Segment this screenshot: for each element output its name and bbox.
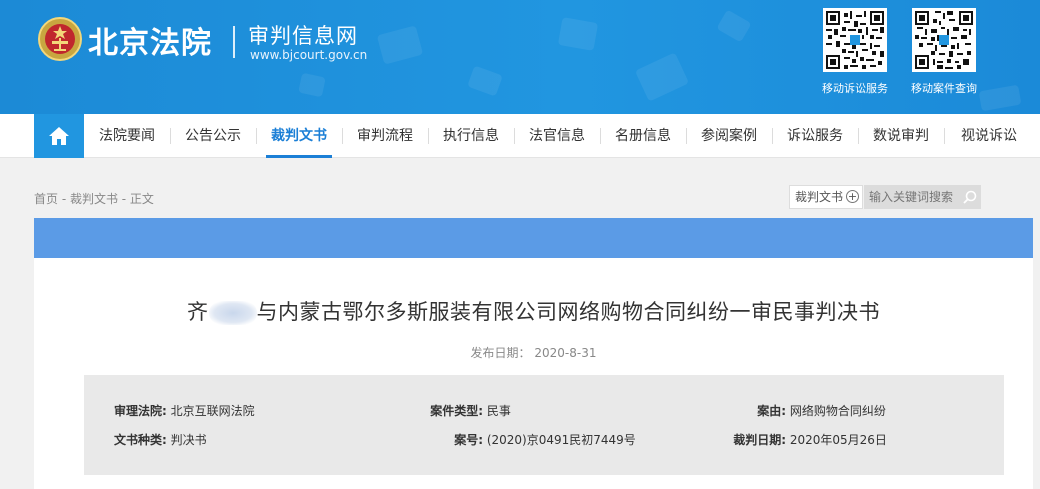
qr-code-icon	[915, 11, 973, 69]
plus-circle-icon: +	[846, 190, 859, 203]
doc-type-field: 文书种类: 判决书	[114, 431, 207, 448]
title-rest: 与内蒙古鄂尔多斯服装有限公司网络购物合同纠纷一审民事判决书	[256, 300, 880, 324]
doc-type-label: 文书种类:	[114, 433, 167, 447]
search-input[interactable]	[864, 185, 959, 209]
home-icon	[49, 127, 69, 145]
court-label: 审理法院:	[114, 404, 167, 418]
qr-code-mobile-litigation[interactable]	[823, 8, 887, 72]
case-type-value: 民事	[486, 404, 511, 418]
document-panel: 齐 与内蒙古鄂尔多斯服装有限公司网络购物合同纠纷一审民事判决书 发布日期： 202…	[34, 258, 1033, 489]
breadcrumb[interactable]: 首页 - 裁判文书 - 正文	[34, 190, 154, 207]
search-bar: 裁判文书 +	[789, 185, 981, 209]
nav-item-trial-process[interactable]: 审判流程	[342, 114, 428, 158]
case-type-label: 案件类型:	[430, 404, 483, 418]
site-name: 审判信息网	[248, 24, 358, 48]
nav-item-court-news[interactable]: 法院要闻	[84, 114, 170, 158]
cause-label: 案由:	[757, 404, 786, 418]
search-type-label: 裁判文书	[795, 190, 844, 204]
nav-item-litigation-video[interactable]: 视说诉讼	[944, 114, 1034, 158]
court-value: 北京互联网法院	[170, 404, 255, 418]
content-header-bar	[34, 218, 1033, 258]
nav-items: 法院要闻 公告公示 裁判文书 审判流程 执行信息 法官信息 名册信息 参阅案例 …	[84, 114, 1034, 158]
case-no-value: (2020)京0491民初7449号	[486, 433, 636, 447]
qr-code-case-query[interactable]	[912, 8, 976, 72]
redacted-name	[208, 301, 257, 325]
case-no-label: 案号:	[454, 433, 483, 447]
qr-label-case-query: 移动案件查询	[911, 82, 977, 95]
main-nav: 法院要闻 公告公示 裁判文书 审判流程 执行信息 法官信息 名册信息 参阅案例 …	[0, 114, 1040, 158]
brand-divider	[233, 26, 235, 58]
case-no-field: 案号: (2020)京0491民初7449号	[417, 431, 636, 448]
nav-item-roster-info[interactable]: 名册信息	[600, 114, 686, 158]
nav-item-announcements[interactable]: 公告公示	[170, 114, 256, 158]
document-title: 齐 与内蒙古鄂尔多斯服装有限公司网络购物合同纠纷一审民事判决书	[34, 296, 1033, 326]
publish-date: 发布日期： 2020-8-31	[34, 344, 1033, 361]
case-type-field: 案件类型: 民事	[417, 402, 511, 419]
nav-item-judgments[interactable]: 裁判文书	[256, 114, 342, 158]
nav-item-enforcement[interactable]: 执行信息	[428, 114, 514, 158]
site-url: www.bjcourt.gov.cn	[250, 48, 368, 62]
cause-value: 网络购物合同纠纷	[789, 404, 886, 418]
search-icon	[963, 190, 977, 204]
judgment-date-field: 裁判日期: 2020年05月26日	[714, 431, 887, 448]
court-field: 审理法院: 北京互联网法院	[114, 402, 255, 419]
judgment-date-value: 2020年05月26日	[789, 433, 887, 447]
cause-field: 案由: 网络购物合同纠纷	[714, 402, 886, 419]
title-prefix: 齐	[187, 300, 209, 324]
publish-date-label: 发布日期：	[470, 346, 531, 360]
publish-date-value: 2020-8-31	[534, 346, 597, 360]
nav-home-button[interactable]	[34, 114, 84, 158]
court-emblem-logo[interactable]	[38, 14, 82, 64]
search-type-select[interactable]: 裁判文书 +	[789, 185, 863, 209]
qr-label-mobile-litigation: 移动诉讼服务	[822, 82, 888, 95]
case-info-box: 审理法院: 北京互联网法院 案件类型: 民事 案由: 网络购物合同纠纷 文书种类…	[84, 375, 1004, 475]
nav-item-litigation-services[interactable]: 诉讼服务	[772, 114, 858, 158]
qr-code-icon	[826, 11, 884, 69]
judgment-date-label: 裁判日期:	[733, 433, 786, 447]
nav-item-trial-stats[interactable]: 数说审判	[858, 114, 944, 158]
search-button[interactable]	[959, 185, 981, 209]
brand-title[interactable]: 北京法院	[88, 18, 212, 62]
site-header: 北京法院 审判信息网 www.bjcourt.gov.cn 移动诉讼服务 移动案…	[0, 0, 1040, 114]
nav-item-judge-info[interactable]: 法官信息	[514, 114, 600, 158]
doc-type-value: 判决书	[170, 433, 207, 447]
nav-item-reference-cases[interactable]: 参阅案例	[686, 114, 772, 158]
